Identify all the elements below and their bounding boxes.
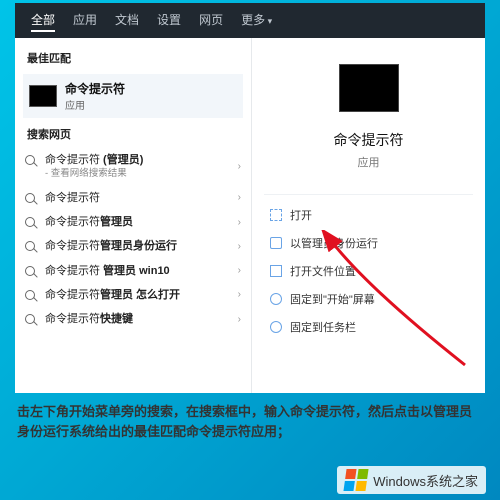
tab-settings[interactable]: 设置 (157, 11, 181, 32)
search-web-label: 搜索网页 (15, 122, 251, 146)
detail-actions: 打开 以管理员身份运行 打开文件位置 固定到"开始"屏幕 固定到任务栏 (264, 194, 473, 341)
windows-logo-icon (344, 469, 369, 491)
action-label: 固定到"开始"屏幕 (290, 291, 375, 307)
web-results-list: 命令提示符 (管理员) - 查看网络搜索结果 › 命令提示符 › 命令提示符管理… (15, 148, 251, 331)
start-search-panel: 全部 应用 文档 设置 网页 更多 最佳匹配 命令提示符 应用 搜索网页 命令提… (15, 3, 485, 393)
list-item[interactable]: 命令提示符 管理员 win10 › (15, 259, 251, 283)
chevron-right-icon: › (238, 192, 241, 203)
list-item[interactable]: 命令提示符管理员 怎么打开 › (15, 283, 251, 307)
list-item-text: 命令提示符 (管理员) - 查看网络搜索结果 (45, 153, 143, 181)
pin-icon (270, 293, 282, 305)
best-match-label: 最佳匹配 (15, 46, 251, 70)
cmd-large-icon (339, 64, 399, 112)
shield-icon (270, 237, 282, 249)
best-match-subtitle: 应用 (65, 97, 125, 112)
search-icon (25, 266, 37, 278)
chevron-right-icon: › (238, 217, 241, 228)
search-icon (25, 314, 37, 326)
detail-subtitle: 应用 (358, 154, 380, 170)
action-pin-taskbar[interactable]: 固定到任务栏 (264, 313, 473, 341)
list-item[interactable]: 命令提示符管理员身份运行 › (15, 234, 251, 258)
best-match-text: 命令提示符 应用 (65, 80, 125, 112)
list-item[interactable]: 命令提示符快捷键 › (15, 307, 251, 331)
folder-icon (270, 265, 282, 277)
chevron-right-icon: › (238, 241, 241, 252)
action-label: 固定到任务栏 (290, 319, 356, 335)
search-content: 最佳匹配 命令提示符 应用 搜索网页 命令提示符 (管理员) - 查看网络搜索结… (15, 38, 485, 393)
detail-pane: 命令提示符 应用 打开 以管理员身份运行 打开文件位置 固定到"开始"屏幕 (251, 38, 485, 393)
search-icon (25, 155, 37, 167)
best-match-title: 命令提示符 (65, 80, 125, 97)
list-item[interactable]: 命令提示符 › (15, 186, 251, 210)
search-tabs: 全部 应用 文档 设置 网页 更多 (15, 3, 485, 38)
tab-web[interactable]: 网页 (199, 11, 223, 32)
search-icon (25, 217, 37, 229)
list-item[interactable]: 命令提示符 (管理员) - 查看网络搜索结果 › (15, 148, 251, 186)
action-open[interactable]: 打开 (264, 201, 473, 229)
instruction-caption: 击左下角开始菜单旁的搜索，在搜索框中，输入命令提示符，然后点击以管理员身份运行系… (15, 398, 485, 445)
search-icon (25, 290, 37, 302)
tab-all[interactable]: 全部 (31, 11, 55, 32)
action-label: 以管理员身份运行 (290, 235, 378, 251)
chevron-right-icon: › (238, 265, 241, 276)
tab-more[interactable]: 更多 (241, 11, 272, 32)
action-pin-start[interactable]: 固定到"开始"屏幕 (264, 285, 473, 313)
chevron-right-icon: › (238, 314, 241, 325)
pin-icon (270, 321, 282, 333)
list-item-text: 命令提示符管理员 怎么打开 (45, 288, 180, 302)
list-item-text: 命令提示符管理员身份运行 (45, 239, 177, 253)
cmd-icon (29, 85, 57, 107)
watermark: Windows系统之家 (337, 466, 486, 494)
action-open-location[interactable]: 打开文件位置 (264, 257, 473, 285)
chevron-right-icon: › (238, 289, 241, 300)
detail-title: 命令提示符 (334, 130, 404, 150)
action-label: 打开 (290, 207, 312, 223)
list-item-text: 命令提示符快捷键 (45, 312, 133, 326)
open-icon (270, 209, 282, 221)
list-item-text: 命令提示符 管理员 win10 (45, 264, 170, 278)
results-column: 最佳匹配 命令提示符 应用 搜索网页 命令提示符 (管理员) - 查看网络搜索结… (15, 38, 251, 393)
action-label: 打开文件位置 (290, 263, 356, 279)
watermark-text: Windows系统之家 (373, 471, 478, 490)
tab-docs[interactable]: 文档 (115, 11, 139, 32)
chevron-right-icon: › (238, 161, 241, 172)
search-icon (25, 193, 37, 205)
list-item[interactable]: 命令提示符管理员 › (15, 210, 251, 234)
tab-apps[interactable]: 应用 (73, 11, 97, 32)
search-icon (25, 241, 37, 253)
best-match-item[interactable]: 命令提示符 应用 (23, 74, 243, 118)
list-item-text: 命令提示符 (45, 191, 100, 205)
action-run-as-admin[interactable]: 以管理员身份运行 (264, 229, 473, 257)
list-item-text: 命令提示符管理员 (45, 215, 133, 229)
